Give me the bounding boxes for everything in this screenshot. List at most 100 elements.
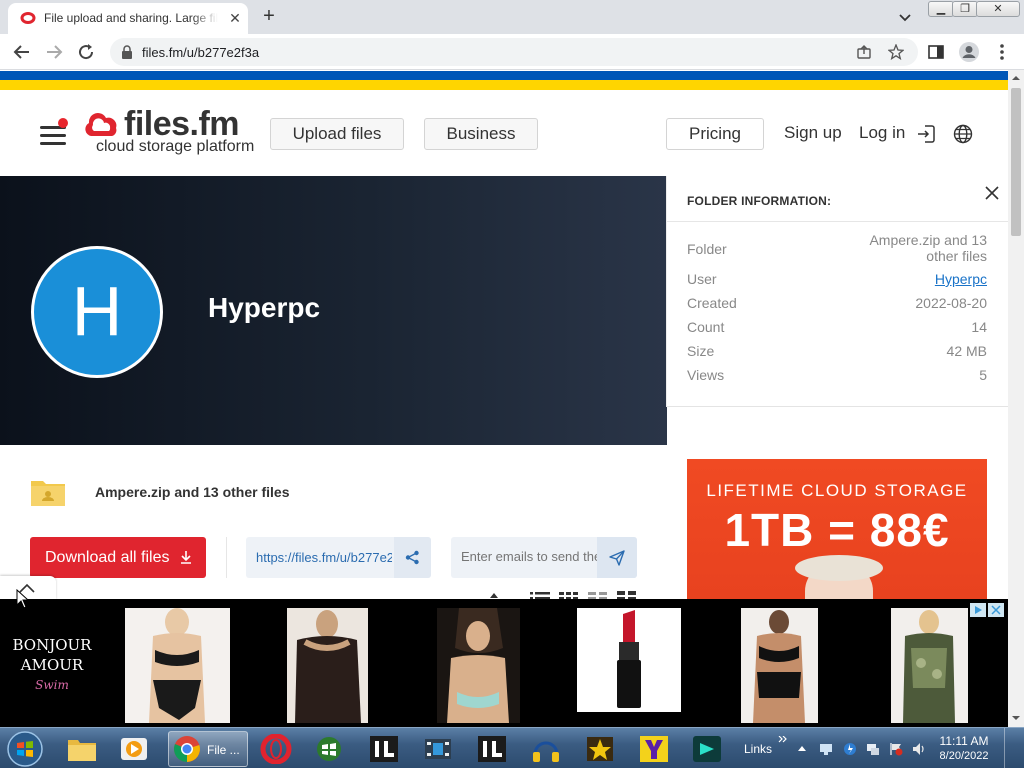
address-bar[interactable]: files.fm/u/b277e2f3a	[110, 38, 918, 66]
taskbar-links-toolbar[interactable]: Links	[744, 742, 772, 756]
windows-update-icon[interactable]	[313, 734, 345, 764]
taskbar-clock-time[interactable]: 11:11 AM	[934, 734, 994, 748]
browser-toolbar: files.fm/u/b277e2f3a	[0, 34, 1024, 70]
network-tray-icon[interactable]	[819, 742, 833, 756]
pricing-button[interactable]: Pricing	[666, 118, 764, 150]
info-value-size: 42 MB	[946, 343, 987, 359]
share-icon	[405, 550, 419, 565]
ad-product-image[interactable]	[437, 608, 520, 723]
sort-ascending-icon[interactable]	[487, 590, 507, 599]
cloud-storage-ad[interactable]: LIFETIME CLOUD STORAGE 1TB = 88€	[687, 459, 987, 599]
browser-menu-icon[interactable]	[994, 42, 1010, 62]
medium-grid-view-icon[interactable]	[588, 590, 608, 599]
info-value-count: 14	[971, 319, 987, 335]
large-grid-view-icon[interactable]	[617, 590, 637, 599]
scroll-up-arrow-icon[interactable]	[1012, 74, 1020, 82]
ad-product-image[interactable]	[741, 608, 818, 723]
ad-product-image[interactable]	[891, 608, 968, 723]
close-window-button[interactable]: ✕	[976, 1, 1020, 17]
taskbar-clock-date[interactable]: 8/20/2022	[934, 750, 994, 762]
tab-title: File upload and sharing. Large files	[44, 11, 218, 25]
browser-tab[interactable]: File upload and sharing. Large files ✕	[8, 3, 248, 34]
ukraine-flag-stripe-blue	[0, 71, 1008, 80]
ad-lipstick-image[interactable]	[577, 608, 681, 712]
share-button[interactable]	[394, 537, 431, 578]
video-editor-icon[interactable]	[422, 734, 454, 764]
show-hidden-icons-arrow-icon[interactable]	[797, 744, 807, 752]
ad-brand-logo: BONJOUR AMOUR Swim	[0, 635, 104, 695]
ad-choices-close-icon[interactable]	[970, 603, 1004, 617]
user-name[interactable]: Hyperpc	[208, 292, 320, 324]
media-player-icon[interactable]	[118, 734, 150, 764]
reload-icon[interactable]	[74, 40, 98, 64]
info-value-views: 5	[979, 367, 987, 383]
power-tray-icon[interactable]	[843, 742, 857, 756]
back-arrow-icon[interactable]	[10, 40, 34, 64]
tab-search-chevron-icon[interactable]	[896, 8, 914, 26]
info-value-user[interactable]: Hyperpc	[935, 271, 987, 287]
restore-window-button[interactable]: ❐	[952, 1, 978, 17]
user-avatar[interactable]: H	[31, 246, 163, 378]
user-profile-link[interactable]: Hyperpc	[935, 271, 987, 287]
bookmark-star-icon[interactable]	[888, 44, 904, 60]
yahoo-app-icon[interactable]	[638, 734, 670, 764]
action-center-flag-icon[interactable]	[889, 742, 903, 756]
ad-product-image[interactable]	[287, 608, 368, 723]
info-label-size: Size	[687, 343, 715, 359]
send-by-email-field[interactable]	[451, 537, 637, 578]
url-text[interactable]: files.fm/u/b277e2f3a	[142, 45, 259, 60]
share-page-icon[interactable]	[856, 44, 872, 60]
scroll-down-arrow-icon[interactable]	[1012, 714, 1020, 722]
star-app-icon[interactable]	[584, 734, 616, 764]
hamburger-menu-icon[interactable]	[40, 126, 66, 146]
ad-headline: LIFETIME CLOUD STORAGE	[706, 481, 968, 500]
il-app-icon[interactable]	[368, 734, 400, 764]
taskbar-chrome-label: File ...	[207, 743, 240, 757]
show-desktop-button[interactable]	[1004, 728, 1024, 768]
language-globe-icon[interactable]	[953, 124, 973, 144]
site-header: files.fm cloud storage platform Upload f…	[0, 90, 1008, 176]
folder-icon	[31, 481, 65, 506]
upload-files-button[interactable]: Upload files	[270, 118, 404, 150]
headphones-audio-icon[interactable]	[530, 734, 562, 764]
new-tab-button[interactable]: +	[258, 6, 280, 28]
share-link-text[interactable]: https://files.fm/u/b277e2f3a	[256, 550, 392, 565]
page-scrollbar[interactable]	[1008, 70, 1024, 727]
il-app-icon[interactable]	[476, 734, 508, 764]
taskbar-chrome-button[interactable]: File ...	[168, 731, 248, 767]
profile-avatar-icon[interactable]	[958, 41, 980, 63]
share-link-field[interactable]: https://files.fm/u/b277e2f3a	[246, 537, 431, 578]
side-panel-icon[interactable]	[928, 44, 944, 60]
email-input[interactable]	[461, 549, 597, 564]
small-grid-view-icon[interactable]	[559, 590, 579, 599]
sign-up-link[interactable]: Sign up	[784, 123, 842, 143]
close-icon[interactable]	[983, 184, 1001, 202]
forward-arrow-icon[interactable]	[42, 40, 66, 64]
windows-start-button-icon[interactable]	[4, 729, 46, 768]
display-tray-icon[interactable]	[866, 742, 880, 756]
opera-icon[interactable]	[260, 734, 292, 764]
lock-icon[interactable]	[121, 45, 133, 59]
tab-close-icon[interactable]: ✕	[226, 9, 244, 27]
logo-tagline: cloud storage platform	[96, 138, 255, 155]
send-email-button[interactable]	[597, 537, 637, 578]
minimize-window-button[interactable]: ▁	[928, 1, 954, 17]
log-in-icon[interactable]	[916, 124, 936, 144]
files-fm-logo-cloud-icon[interactable]	[82, 112, 120, 140]
info-label-created: Created	[687, 295, 737, 311]
volume-tray-icon[interactable]	[912, 742, 926, 756]
divider	[226, 537, 227, 578]
scrollbar-thumb[interactable]	[1011, 88, 1021, 236]
ad-brand-script: Swim	[35, 678, 69, 692]
info-value-folder: Ampere.zip and 13 other files	[869, 232, 987, 264]
ad-product-image[interactable]	[125, 608, 230, 723]
logo-text[interactable]: files.fm	[124, 106, 240, 142]
filmora-app-icon[interactable]	[691, 734, 723, 764]
business-button[interactable]: Business	[424, 118, 538, 150]
list-view-icon[interactable]	[530, 590, 550, 599]
toolbar-expand-icon[interactable]	[778, 736, 788, 744]
swimwear-ad-banner[interactable]: BONJOUR AMOUR Swim	[0, 599, 1008, 727]
log-in-link[interactable]: Log in	[859, 123, 905, 143]
download-all-files-button[interactable]: Download all files	[30, 537, 206, 578]
file-explorer-icon[interactable]	[66, 734, 98, 764]
